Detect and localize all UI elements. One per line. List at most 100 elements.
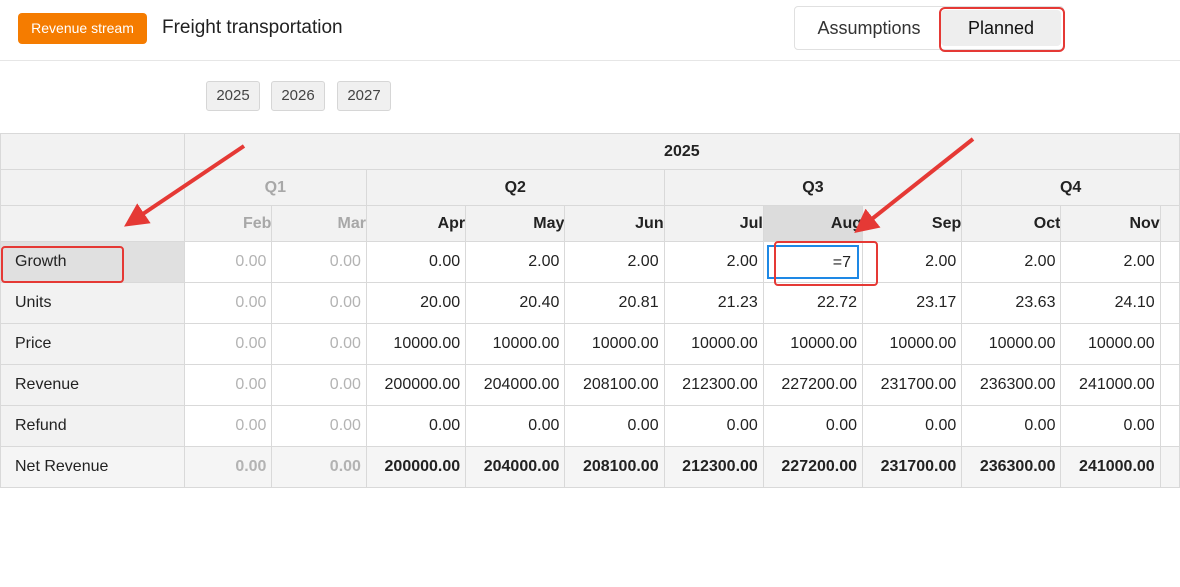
month-header-nov: Nov (1060, 205, 1161, 242)
table-row: Refund 0.00 0.00 0.00 0.00 0.00 0.00 0.00 0.00 0.… (0, 405, 1180, 447)
table-cell-overflow (1159, 282, 1180, 324)
table-cell-overflow (1159, 446, 1180, 488)
table-cell[interactable]: 212300.00 (663, 446, 764, 488)
table-cell[interactable]: 208100.00 (564, 446, 665, 488)
assumptions-button[interactable]: Assumptions (795, 7, 943, 49)
table-cell[interactable]: 0.00 (1060, 405, 1161, 447)
month-header-overflow (1159, 205, 1180, 242)
month-header-feb: Feb (183, 205, 273, 242)
month-header-aug: Aug (762, 205, 864, 242)
table-cell: 0.00 (183, 364, 273, 406)
table-cell[interactable]: 2.00 (1060, 241, 1161, 283)
corner-cell (0, 133, 185, 170)
table-cell[interactable]: 236300.00 (961, 364, 1062, 406)
month-header-may: May (465, 205, 566, 242)
table-cell[interactable]: 0.00 (365, 405, 467, 447)
table-cell-overflow (1159, 241, 1180, 283)
growth-highlight (1, 246, 124, 283)
year-tab-2026[interactable]: 2026 (271, 81, 325, 111)
table-cell[interactable]: 241000.00 (1060, 446, 1161, 488)
planning-table: 2025 Q1 Q2 Q3 Q4 Feb Mar Apr May Jun Jul… (0, 133, 1180, 488)
row-label: Net Revenue (0, 446, 185, 488)
corner-cell (0, 205, 185, 242)
table-cell-overflow (1159, 323, 1180, 365)
table-cell[interactable]: 10000.00 (663, 323, 764, 365)
table-cell[interactable]: 21.23 (663, 282, 764, 324)
table-cell-overflow (1159, 364, 1180, 406)
table-cell[interactable]: 200000.00 (365, 446, 467, 488)
table-cell[interactable]: 204000.00 (465, 364, 566, 406)
row-label: Refund (0, 405, 185, 447)
table-cell: 0.00 (271, 364, 367, 406)
table-cell[interactable]: 2.00 (564, 241, 665, 283)
table-cell: 0.00 (183, 446, 273, 488)
table-cell-overflow (1159, 405, 1180, 447)
table-row: Net Revenue 0.00 0.00 200000.00 204000.00 208… (0, 446, 1180, 488)
table-cell[interactable]: 200000.00 (365, 364, 467, 406)
table-cell[interactable]: 23.17 (862, 282, 963, 324)
table-cell[interactable]: 0.00 (365, 241, 467, 283)
table-cell: 0.00 (271, 323, 367, 365)
table-cell[interactable]: 24.10 (1060, 282, 1161, 324)
table-cell: 0.00 (271, 282, 367, 324)
quarter-header-q1: Q1 (183, 169, 367, 206)
table-cell: 0.00 (271, 241, 367, 283)
quarter-header-q3: Q3 (663, 169, 963, 206)
table-cell[interactable]: 0.00 (663, 405, 764, 447)
year-header: 2025 (183, 133, 1180, 170)
table-cell[interactable]: 2.00 (465, 241, 566, 283)
month-header-jun: Jun (564, 205, 665, 242)
table-cell[interactable]: 10000.00 (1060, 323, 1161, 365)
month-header-oct: Oct (961, 205, 1062, 242)
table-cell: 0.00 (183, 405, 273, 447)
month-header-apr: Apr (365, 205, 467, 242)
month-header-mar: Mar (271, 205, 367, 242)
table-cell: 0.00 (183, 323, 273, 365)
row-label: Units (0, 282, 185, 324)
table-cell[interactable]: 10000.00 (365, 323, 467, 365)
table-cell[interactable]: 231700.00 (862, 364, 963, 406)
table-cell[interactable]: 236300.00 (961, 446, 1062, 488)
table-cell[interactable]: 10000.00 (465, 323, 566, 365)
aug-cell-highlight (774, 241, 878, 286)
page-title: Freight transportation (162, 17, 343, 38)
table-cell[interactable]: 0.00 (862, 405, 963, 447)
table-cell[interactable]: 2.00 (663, 241, 764, 283)
table-cell[interactable]: 204000.00 (465, 446, 566, 488)
table-row: Price 0.00 0.00 10000.00 10000.00 10000.00 100… (0, 323, 1180, 365)
table-cell[interactable]: 0.00 (762, 405, 864, 447)
quarter-header-q4: Q4 (961, 169, 1180, 206)
corner-cell (0, 169, 185, 206)
revenue-stream-badge: Revenue stream (18, 13, 147, 44)
table-cell[interactable]: 23.63 (961, 282, 1062, 324)
table-cell[interactable]: 241000.00 (1060, 364, 1161, 406)
table-cell[interactable]: 20.00 (365, 282, 467, 324)
table-cell[interactable]: 10000.00 (762, 323, 864, 365)
table-cell: 0.00 (271, 446, 367, 488)
planned-highlight (939, 7, 1065, 52)
table-cell[interactable]: 227200.00 (762, 446, 864, 488)
row-label: Price (0, 323, 185, 365)
table-cell[interactable]: 0.00 (961, 405, 1062, 447)
table-cell[interactable]: 20.40 (465, 282, 566, 324)
table-row: Growth 0.00 0.00 0.00 2.00 2.00 2.00 =7 2.00 2.00… (0, 241, 1180, 283)
table-cell[interactable]: 10000.00 (862, 323, 963, 365)
table-row: Revenue 0.00 0.00 200000.00 204000.00 208100.… (0, 364, 1180, 406)
year-tab-2025[interactable]: 2025 (206, 81, 260, 111)
table-cell[interactable]: 0.00 (465, 405, 566, 447)
table-cell[interactable]: 20.81 (564, 282, 665, 324)
table-row: Units 0.00 0.00 20.00 20.40 20.81 21.23 22.72 23… (0, 282, 1180, 324)
table-cell[interactable]: 212300.00 (663, 364, 764, 406)
month-header-jul: Jul (663, 205, 764, 242)
table-cell[interactable]: 231700.00 (862, 446, 963, 488)
table-cell: 0.00 (183, 241, 273, 283)
table-cell[interactable]: 227200.00 (762, 364, 864, 406)
table-cell[interactable]: 22.72 (762, 282, 864, 324)
table-cell[interactable]: 208100.00 (564, 364, 665, 406)
table-cell[interactable]: 0.00 (564, 405, 665, 447)
table-cell[interactable]: 2.00 (961, 241, 1062, 283)
table-cell[interactable]: 10000.00 (961, 323, 1062, 365)
table-cell: 0.00 (271, 405, 367, 447)
table-cell[interactable]: 10000.00 (564, 323, 665, 365)
year-tab-2027[interactable]: 2027 (337, 81, 391, 111)
